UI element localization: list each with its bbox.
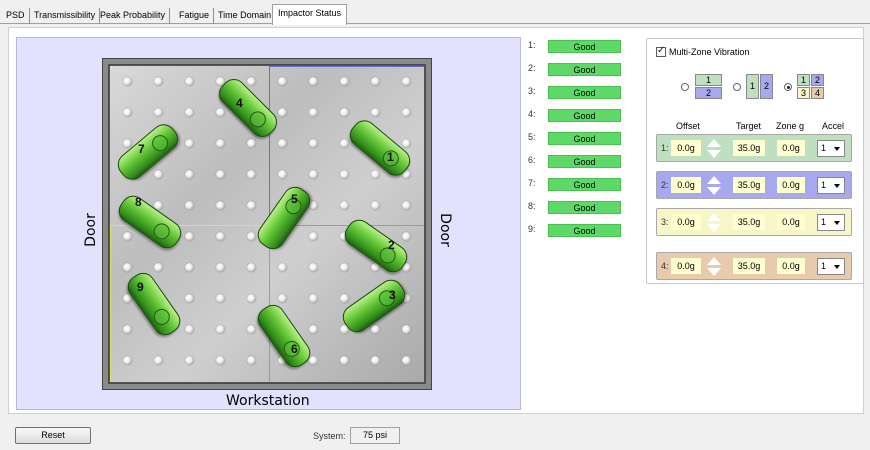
status-indicator: Good	[548, 132, 621, 145]
status-indicator: Good	[548, 155, 621, 168]
layout-option-3-zone-1: 1	[797, 74, 810, 86]
status-indicator: Good	[548, 63, 621, 76]
status-number: 7:	[528, 178, 536, 188]
offset-up-icon[interactable]	[707, 213, 721, 221]
target-field[interactable]: 35.0g	[733, 258, 765, 274]
system-pressure-label: System:	[313, 431, 346, 441]
offset-field[interactable]: 0.0g	[671, 258, 701, 274]
zone-row-3: 3: 0.0g 35.0g 0.0g 1	[656, 208, 852, 236]
status-number: 2:	[528, 63, 536, 73]
zone-number: 4:	[661, 261, 669, 271]
zone-number: 1:	[661, 143, 669, 153]
multi-zone-checkbox[interactable]	[656, 45, 666, 57]
zone-g-field: 0.0g	[777, 258, 805, 274]
accel-select[interactable]: 1	[817, 258, 845, 275]
status-number: 4:	[528, 109, 536, 119]
status-indicator: Good	[548, 86, 621, 99]
status-indicator: Good	[548, 201, 621, 214]
impactor-5-label: 5	[291, 192, 298, 206]
layout-option-1-radio[interactable]	[681, 83, 689, 91]
status-number: 9:	[528, 224, 536, 234]
zone-row-2: 2: 0.0g 35.0g 0.0g 1	[656, 171, 852, 199]
impactor-4-label: 4	[236, 96, 243, 110]
impactor-7-label: 7	[138, 142, 145, 156]
status-indicator: Good	[548, 224, 621, 237]
workstation-label: Workstation	[226, 393, 310, 409]
tab-peak-probability[interactable]: Peak Probability	[96, 8, 171, 24]
vibration-table: 7 4 1 8 5 2 9 3 6	[109, 65, 425, 383]
layout-option-3-zone-3: 3	[797, 87, 810, 99]
chevron-down-icon	[834, 184, 840, 188]
layout-option-3-zone-2: 2	[811, 74, 824, 86]
tab-time-domain[interactable]: Time Domain	[214, 8, 275, 24]
target-field[interactable]: 35.0g	[733, 177, 765, 193]
status-number: 3:	[528, 86, 536, 96]
impactor-1-label: 1	[387, 150, 394, 164]
impactor-6-label: 6	[291, 342, 298, 356]
offset-up-icon[interactable]	[707, 139, 721, 147]
impactor-9-label: 9	[137, 280, 144, 294]
accel-select[interactable]: 1	[817, 177, 845, 194]
offset-spinner[interactable]	[706, 257, 722, 277]
target-field[interactable]: 35.0g	[733, 214, 765, 230]
zone-g-field: 0.0g	[777, 140, 805, 156]
status-indicator: Good	[548, 40, 621, 53]
system-pressure-value: 75 psi	[350, 427, 400, 444]
status-indicator: Good	[548, 109, 621, 122]
status-number: 5:	[528, 132, 536, 142]
tab-impactor-status[interactable]: Impactor Status	[272, 4, 348, 25]
offset-field[interactable]: 0.0g	[671, 214, 701, 230]
right-door-label: Door	[436, 213, 453, 247]
target-field[interactable]: 35.0g	[733, 140, 765, 156]
chevron-down-icon	[834, 265, 840, 269]
zone-g-field: 0.0g	[777, 214, 805, 230]
accel-select[interactable]: 1	[817, 140, 845, 157]
offset-down-icon[interactable]	[707, 268, 721, 276]
offset-down-icon[interactable]	[707, 187, 721, 195]
offset-up-icon[interactable]	[707, 257, 721, 265]
chevron-down-icon	[834, 147, 840, 151]
offset-field[interactable]: 0.0g	[671, 140, 701, 156]
impactor-8-label: 8	[135, 195, 142, 209]
layout-option-2-zone-2: 2	[760, 74, 773, 99]
impactor-3-label: 3	[389, 288, 396, 302]
status-number: 1:	[528, 40, 536, 50]
tab-fatigue[interactable]: Fatigue	[175, 8, 215, 24]
zone-row-1: 1: 0.0g 35.0g 0.0g 1	[656, 134, 852, 162]
offset-down-icon[interactable]	[707, 224, 721, 232]
status-indicator: Good	[548, 178, 621, 191]
offset-up-icon[interactable]	[707, 176, 721, 184]
zone-g-column-header: Zone g	[776, 121, 805, 131]
left-door-label: Door	[82, 213, 99, 247]
offset-column-header: Offset	[676, 121, 700, 131]
layout-option-1-zone-2: 2	[695, 87, 722, 99]
zone-row-4: 4: 0.0g 35.0g 0.0g 1	[656, 252, 852, 280]
chevron-down-icon	[834, 221, 840, 225]
status-number: 6:	[528, 155, 536, 165]
offset-down-icon[interactable]	[707, 150, 721, 158]
zone-3-boundary	[110, 225, 270, 382]
zone-number: 3:	[661, 217, 669, 227]
target-column-header: Target	[736, 121, 762, 131]
layout-option-3-zone-4: 4	[811, 87, 824, 99]
zone-g-field: 0.0g	[777, 177, 805, 193]
accel-column-header: Accel	[822, 121, 845, 131]
tab-psd[interactable]: PSD	[2, 8, 30, 24]
offset-spinner[interactable]	[706, 139, 722, 159]
tab-transmissibility[interactable]: Transmissibility	[30, 8, 101, 24]
status-number: 8:	[528, 201, 536, 211]
offset-spinner[interactable]	[706, 213, 722, 233]
tab-bar: PSD Transmissibility Peak Probability Fa…	[0, 0, 870, 25]
layout-option-2-radio[interactable]	[733, 83, 741, 91]
impactor-2-label: 2	[388, 238, 395, 252]
layout-option-2-zone-1: 1	[746, 74, 759, 99]
reset-button[interactable]: Reset	[15, 427, 91, 444]
offset-spinner[interactable]	[706, 176, 722, 196]
layout-option-1-zone-1: 1	[695, 74, 722, 86]
accel-select[interactable]: 1	[817, 214, 845, 231]
layout-option-3-radio[interactable]	[784, 83, 792, 91]
zone-number: 2:	[661, 180, 669, 190]
multi-zone-label: Multi-Zone Vibration	[669, 47, 750, 57]
offset-field[interactable]: 0.0g	[671, 177, 701, 193]
